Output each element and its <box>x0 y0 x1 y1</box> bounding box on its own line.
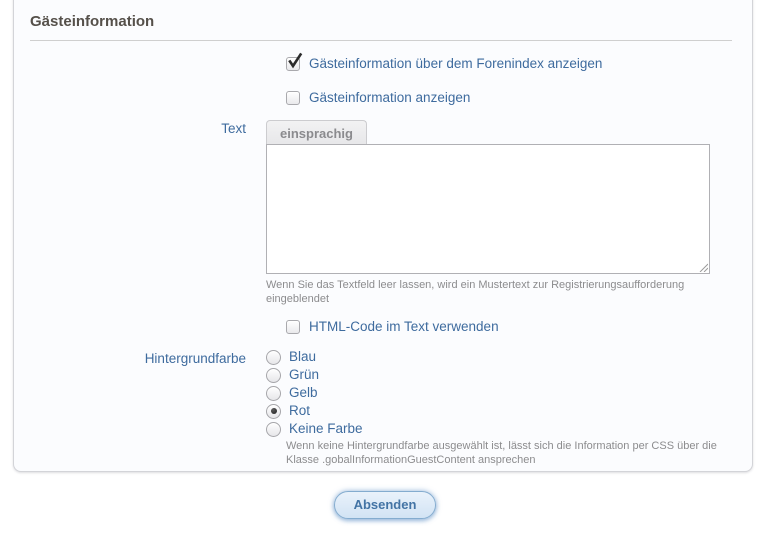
radio-rot-label[interactable]: Rot <box>289 403 310 419</box>
page-title: Gästeinformation <box>30 13 732 41</box>
anzeigen-checkbox-row: Gästeinformation anzeigen <box>286 90 736 106</box>
radio-row-blau: Blau <box>266 349 736 365</box>
radio-rot[interactable] <box>266 404 281 419</box>
forenindex-checkbox[interactable] <box>286 57 300 71</box>
background-color-label: Hintergrundfarbe <box>30 349 266 366</box>
radio-blau-label[interactable]: Blau <box>289 349 316 365</box>
radio-keine-farbe-label[interactable]: Keine Farbe <box>289 421 363 437</box>
radio-row-gelb: Gelb <box>266 385 736 401</box>
text-field-label: Text <box>30 119 266 136</box>
html-code-checkbox-row: HTML-Code im Text verwenden <box>286 319 736 335</box>
submit-button[interactable]: Absenden <box>334 491 437 519</box>
radio-gruen-label[interactable]: Grün <box>289 367 319 383</box>
radio-row-gruen: Grün <box>266 367 736 383</box>
radio-row-keine-farbe: Keine Farbe <box>266 421 736 437</box>
radio-row-rot: Rot <box>266 403 736 419</box>
forenindex-checkbox-label[interactable]: Gästeinformation über dem Forenindex anz… <box>309 56 602 72</box>
background-color-options: Blau Grün Gelb Rot Keine Farbe Wenn kein… <box>266 349 736 467</box>
background-color-help: Wenn keine Hintergrundfarbe ausgewählt i… <box>286 439 726 467</box>
anzeigen-checkbox-label[interactable]: Gästeinformation anzeigen <box>309 90 470 106</box>
radio-gelb-label[interactable]: Gelb <box>289 385 318 401</box>
form-submit-area: Absenden <box>0 491 767 519</box>
html-code-checkbox-label[interactable]: HTML-Code im Text verwenden <box>309 319 499 335</box>
checkmark-icon <box>287 53 303 70</box>
text-field-row: Text einsprachig Wenn Sie das Textfeld l… <box>30 119 736 306</box>
text-field-help: Wenn Sie das Textfeld leer lassen, wird … <box>266 278 736 306</box>
radio-keine-farbe[interactable] <box>266 422 281 437</box>
html-code-checkbox[interactable] <box>286 320 300 334</box>
radio-gruen[interactable] <box>266 368 281 383</box>
guest-information-textarea[interactable] <box>266 144 710 274</box>
radio-blau[interactable] <box>266 350 281 365</box>
background-color-row: Hintergrundfarbe Blau Grün Gelb Rot Kein… <box>30 349 736 467</box>
forenindex-checkbox-row: Gästeinformation über dem Forenindex anz… <box>286 56 736 72</box>
anzeigen-checkbox[interactable] <box>286 91 300 105</box>
language-tab-einsprachig[interactable]: einsprachig <box>266 120 367 145</box>
radio-gelb[interactable] <box>266 386 281 401</box>
guest-information-panel: Gästeinformation Gästeinformation über d… <box>13 0 753 472</box>
